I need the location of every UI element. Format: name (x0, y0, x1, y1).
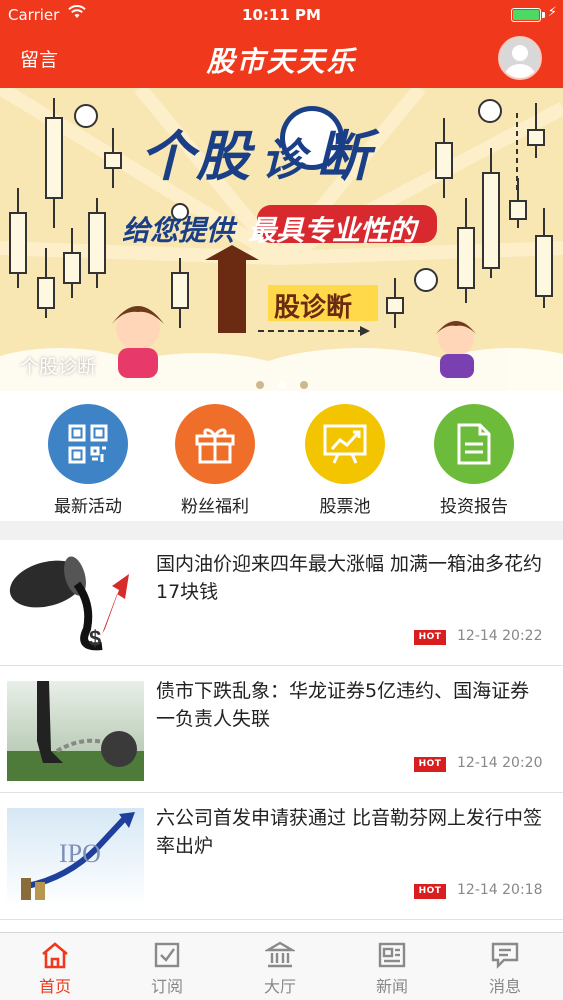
banner-headline-char-2: 股 (196, 125, 252, 188)
section-divider (0, 521, 563, 540)
news-item[interactable]: 债市下跌乱象：华龙证券5亿违约、国海证券一负责人失联 HOT 12-14 20:… (0, 667, 563, 793)
news-time: 12-14 20:20 (457, 755, 543, 771)
battery-icon (511, 8, 541, 22)
hot-badge: HOT (414, 884, 446, 899)
news-time: 12-14 20:22 (457, 628, 543, 644)
banner-headline-char-1: 个 (140, 125, 196, 188)
banner-headline-char-3: 断 (316, 125, 372, 188)
news-title: 国内油价迎来四年最大涨幅 加满一箱油多花约17块钱 (156, 553, 543, 603)
tab-label: 订阅 (150, 977, 183, 996)
status-bar: Carrier 10:11 PM ⚡ (0, 0, 563, 30)
message-icon (460, 941, 550, 969)
news-title: 债市下跌乱象：华龙证券5亿违约、国海证券一负责人失联 (156, 680, 530, 730)
tab-hall[interactable]: 大厅 (235, 941, 325, 997)
quick-menu: 最新活动 粉丝福利 股票池 投资报告 (0, 391, 563, 521)
banner-subline-b: 最具专业性的 (248, 214, 417, 247)
tab-bar: 首页 订阅 大厅 新闻 消息 (0, 932, 563, 1000)
promo-banner[interactable]: 个股诊断 给您提供 最具专业性的 股诊断 个股诊断 (0, 88, 563, 391)
bank-icon (235, 941, 325, 969)
tab-messages[interactable]: 消息 (460, 941, 550, 997)
banner-subline-a: 给您提供 (122, 214, 235, 247)
quick-menu-stock-pool[interactable]: 股票池 (285, 404, 405, 517)
qr-code-icon (48, 404, 128, 484)
tab-home[interactable]: 首页 (10, 941, 100, 997)
quick-menu-latest-events[interactable]: 最新活动 (28, 404, 148, 517)
quick-menu-label: 最新活动 (54, 497, 122, 517)
quick-menu-label: 粉丝福利 (181, 497, 249, 517)
ipo-text: IPO (59, 839, 101, 868)
home-icon (10, 941, 100, 969)
quick-menu-label: 投资报告 (440, 497, 508, 517)
quick-menu-investment-report[interactable]: 投资报告 (414, 404, 534, 517)
banner-subline: 给您提供 最具专业性的 (122, 209, 416, 249)
tab-news[interactable]: 新闻 (347, 941, 437, 997)
news-item[interactable]: $ 国内油价迎来四年最大涨幅 加满一箱油多花约17块钱 HOT 12-14 20… (0, 540, 563, 666)
hot-badge: HOT (414, 757, 446, 772)
app-title: 股市天天乐 (206, 45, 357, 78)
quick-menu-label: 股票池 (319, 497, 371, 517)
pagination-dot-1[interactable] (255, 381, 264, 389)
news-title: 六公司首发申请获通过 比音勒芬网上发行中签率出炉 (156, 807, 543, 857)
battery-tip (542, 12, 545, 18)
tab-label: 新闻 (375, 977, 408, 996)
chart-board-icon (305, 404, 385, 484)
gift-icon (175, 404, 255, 484)
document-icon (434, 404, 514, 484)
tab-label: 大厅 (263, 977, 296, 996)
pagination-dot-2[interactable] (277, 381, 286, 389)
news-thumbnail-ipo: IPO (7, 808, 144, 908)
news-thumbnail-oil: $ (7, 554, 144, 654)
pagination-dot-3[interactable] (299, 381, 308, 389)
svg-text:$: $ (89, 626, 101, 651)
tab-label: 消息 (488, 977, 521, 996)
tab-subscribe[interactable]: 订阅 (122, 941, 212, 997)
quick-menu-fan-benefits[interactable]: 粉丝福利 (155, 404, 275, 517)
banner-headline-badge: 诊 (261, 135, 307, 186)
hot-badge: HOT (414, 630, 446, 645)
user-avatar-icon[interactable] (498, 36, 542, 80)
newspaper-icon (347, 941, 437, 969)
banner-arrow-text: 股诊断 (274, 293, 353, 323)
charging-icon: ⚡ (547, 5, 557, 20)
status-time: 10:11 PM (242, 6, 321, 24)
checkbox-icon (122, 941, 212, 969)
news-time: 12-14 20:18 (457, 882, 543, 898)
tab-label: 首页 (38, 977, 71, 996)
nav-bar: 留言 股市天天乐 (0, 30, 563, 88)
banner-headline: 个股诊断 (140, 112, 372, 191)
news-item[interactable]: IPO 六公司首发申请获通过 比音勒芬网上发行中签率出炉 HOT 12-14 2… (0, 794, 563, 920)
news-thumbnail-chain (7, 681, 144, 781)
